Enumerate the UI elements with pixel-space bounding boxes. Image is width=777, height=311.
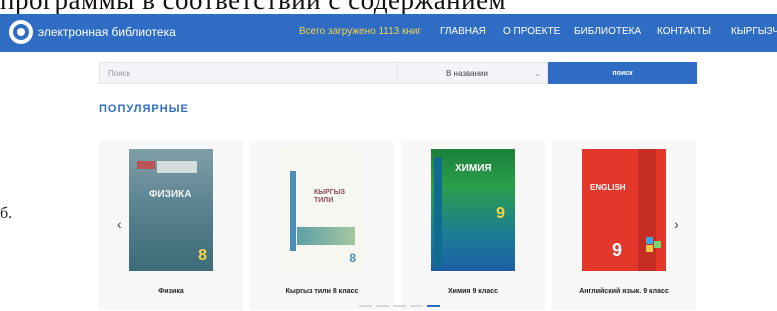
book-card-kyrgyz[interactable]: КЫРГЫЗ ТИЛИ 8 Кыргыз тили 8 класс [250, 141, 394, 310]
book-title[interactable]: Кыргыз тили 8 класс [250, 288, 394, 295]
nav-item-home[interactable]: ГЛАВНАЯ [440, 26, 486, 37]
total-books-counter: Всего загружено 1113 книг [299, 26, 422, 37]
book-cover-title: ХИМИЯ [455, 163, 492, 174]
nav-item-about[interactable]: О ПРОЕКТЕ [503, 26, 560, 37]
top-navbar: электронная библиотека Всего загружено 1… [0, 14, 777, 52]
search-scope-value: В названии [446, 68, 488, 78]
carousel-dot[interactable] [359, 305, 372, 307]
carousel-dot[interactable] [376, 305, 389, 307]
carousel-dot-active[interactable] [427, 305, 440, 307]
carousel-dot[interactable] [393, 305, 406, 307]
book-cover-chemistry[interactable]: ХИМИЯ 9 [431, 149, 515, 271]
book-card-chemistry[interactable]: ХИМИЯ 9 Химия 9 класс [401, 141, 545, 310]
book-title[interactable]: Английский язык. 9 класс [552, 288, 696, 295]
book-cover-grade: 9 [612, 240, 623, 260]
book-title[interactable]: Химия 9 класс [401, 288, 545, 295]
carousel-next-icon[interactable]: › [674, 216, 679, 232]
book-cover-title: КЫРГЫЗ ТИЛИ [314, 189, 346, 204]
book-cover-grade: 8 [349, 251, 356, 265]
book-cover-kyrgyz[interactable]: КЫРГЫЗ ТИЛИ 8 [280, 149, 364, 271]
popular-books-carousel: ‹ › ФИЗИКА 8 Физика КЫРГЫЗ ТИЛИ 8 Кыргыз… [99, 141, 696, 310]
book-cover-grade: 8 [198, 247, 207, 264]
search-bar: В названии ⌄ поиск [99, 62, 697, 84]
book-title[interactable]: Физика [99, 288, 243, 295]
search-button[interactable]: поиск [548, 62, 697, 84]
popular-section-title: ПОПУЛЯРНЫЕ [99, 103, 189, 115]
site-logo-icon[interactable] [9, 20, 33, 44]
carousel-dot[interactable] [410, 305, 423, 307]
site-brand-title[interactable]: электронная библиотека [38, 25, 176, 39]
search-scope-select[interactable]: В названии ⌄ [398, 62, 548, 84]
document-margin-text: б. [0, 205, 13, 222]
search-input[interactable] [99, 62, 398, 84]
nav-item-language[interactable]: КЫРГЫЗЧА [731, 26, 777, 37]
book-cover-title: ENGLISH [590, 183, 626, 192]
book-cover-title: ФИЗИКА [149, 189, 192, 200]
document-overlay-text: программы в соответствии с содержанием [0, 0, 507, 15]
book-cover-english[interactable]: ENGLISH 9 [582, 149, 666, 271]
book-cover-grade: 9 [496, 205, 505, 222]
nav-item-library[interactable]: БИБЛИОТЕКА [574, 26, 641, 37]
carousel-pagination [359, 305, 440, 307]
carousel-prev-icon[interactable]: ‹ [117, 216, 122, 232]
chevron-down-icon: ⌄ [534, 69, 541, 78]
book-cover-physics[interactable]: ФИЗИКА 8 [129, 149, 213, 271]
nav-item-contacts[interactable]: КОНТАКТЫ [657, 26, 711, 37]
